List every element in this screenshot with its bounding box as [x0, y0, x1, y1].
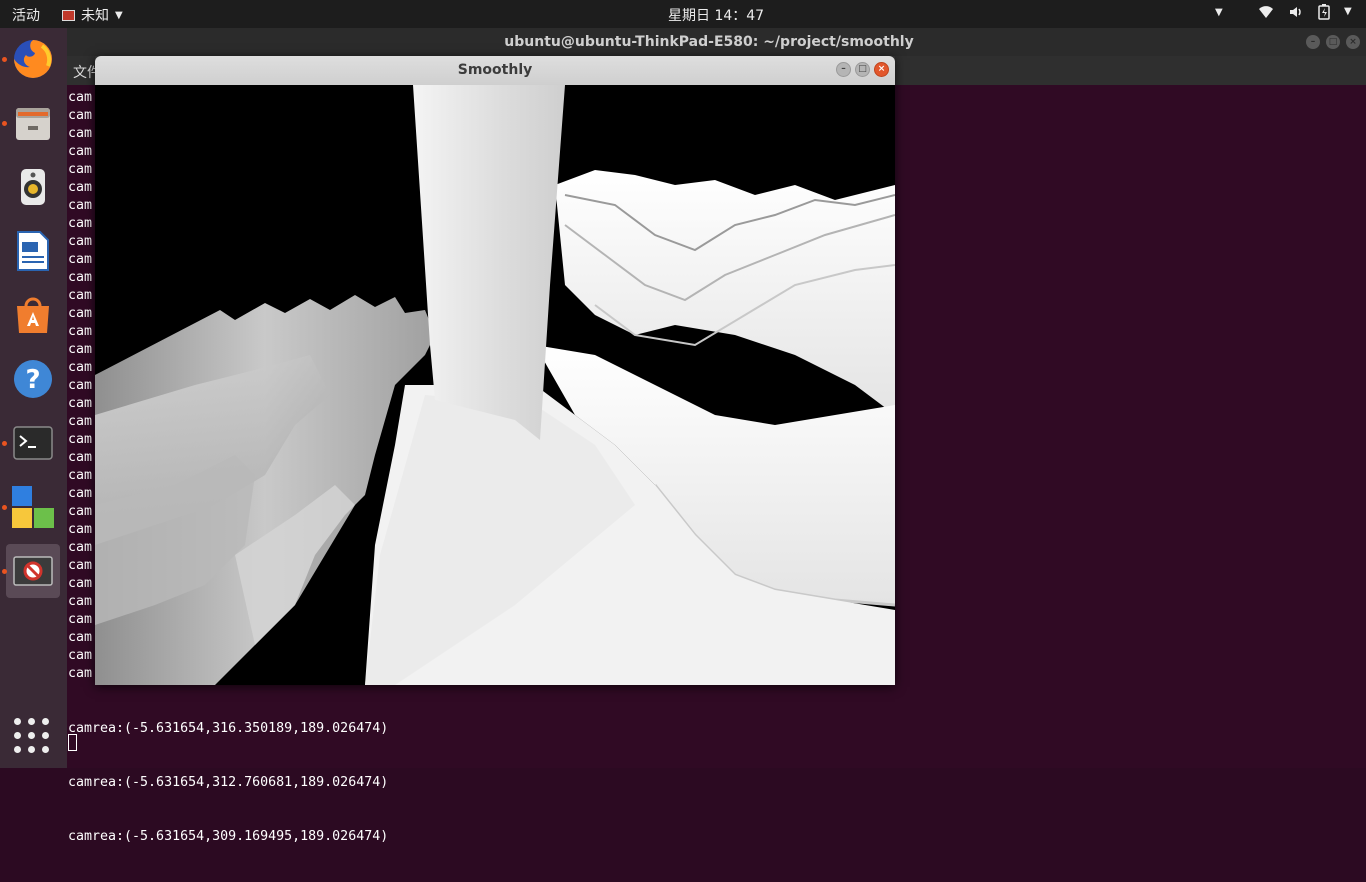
terminal-line: cam — [68, 198, 93, 213]
terminal-line: cam — [68, 342, 93, 357]
wifi-icon — [1259, 6, 1273, 18]
firefox-icon — [14, 40, 52, 78]
running-indicator — [2, 441, 7, 446]
terminal-line: cam — [68, 162, 93, 177]
terminal-line: cam — [68, 450, 93, 465]
terminal-line: camrea:(-5.631654,312.760681,189.026474) — [68, 775, 389, 790]
chevron-down-icon: ▼ — [1344, 6, 1352, 17]
terminal-line: cam — [68, 504, 93, 519]
terminal-cursor — [68, 734, 77, 751]
terminal-line: cam — [68, 108, 93, 123]
maximize-button[interactable]: □ — [855, 62, 870, 77]
dock-blocks-app[interactable] — [6, 480, 60, 534]
maximize-button[interactable]: □ — [1326, 35, 1340, 49]
smoothly-title: Smoothly — [457, 62, 533, 78]
terminal-line: cam — [68, 468, 93, 483]
app-menu[interactable]: 未知 ▼ — [62, 5, 123, 25]
terminal-line: cam — [68, 540, 93, 555]
volume-icon — [1290, 7, 1301, 17]
terminal-line: cam — [68, 90, 93, 105]
document-icon — [17, 231, 49, 271]
terminal-line: cam — [68, 612, 93, 627]
software-bag-icon — [17, 297, 49, 333]
terminal-line: cam — [68, 288, 93, 303]
close-button[interactable]: × — [1346, 35, 1360, 49]
show-applications-button[interactable] — [14, 718, 50, 754]
terminal-line: cam — [68, 648, 93, 663]
terminal-line: cam — [68, 432, 93, 447]
blocks-icon — [12, 486, 54, 528]
dock-unknown-app[interactable] — [6, 544, 60, 598]
terminal-partial-lines: cam cam cam cam cam cam cam cam cam cam cam cam cam c… — [68, 89, 92, 683]
dock-files[interactable] — [6, 96, 60, 150]
terminal-line: cam — [68, 180, 93, 195]
terminal-titlebar[interactable]: ubuntu@ubuntu-ThinkPad-E580: ~/project/s… — [67, 28, 1366, 56]
terminal-line: cam — [68, 558, 93, 573]
terminal-line: cam — [68, 522, 93, 537]
unknown-app-icon — [13, 556, 53, 586]
terminal-line: cam — [68, 144, 93, 159]
speaker-icon — [21, 169, 45, 205]
terminal-line: cam — [68, 414, 93, 429]
smoothly-titlebar[interactable]: Smoothly – □ × — [95, 56, 895, 85]
terminal-line: cam — [68, 306, 93, 321]
dock-help[interactable]: ? — [6, 352, 60, 406]
terminal-icon — [13, 426, 53, 460]
terminal-line: cam — [68, 396, 93, 411]
activities-button[interactable]: 活动 — [12, 5, 40, 25]
dock-firefox[interactable] — [6, 32, 60, 86]
dock-writer[interactable] — [6, 224, 60, 278]
terminal-line: cam — [68, 216, 93, 231]
top-bar: 活动 未知 ▼ 星期日 14：47 ▼ ▼ — [0, 0, 1366, 28]
close-button[interactable]: × — [874, 62, 889, 77]
terminal-line: cam — [68, 576, 93, 591]
app-menu-icon — [62, 9, 75, 21]
terminal-line: cam — [68, 252, 93, 267]
terminal-line: cam — [68, 360, 93, 375]
terminal-line: cam — [68, 666, 93, 681]
terminal-line: cam — [68, 234, 93, 249]
dock-terminal[interactable] — [6, 416, 60, 470]
clock[interactable]: 星期日 14：47 — [668, 5, 764, 25]
running-indicator — [2, 505, 7, 510]
terminal-line: cam — [68, 324, 93, 339]
terminal-line: camrea:(-5.631654,316.350189,189.026474) — [68, 721, 389, 736]
terminal-title: ubuntu@ubuntu-ThinkPad-E580: ~/project/s… — [504, 34, 914, 50]
smoothly-window: Smoothly – □ × — [95, 56, 895, 685]
dock: ? — [0, 28, 67, 768]
minimize-button[interactable]: – — [1306, 35, 1320, 49]
terminal-line: cam — [68, 270, 93, 285]
dock-software[interactable] — [6, 288, 60, 342]
terminal-output: camrea:(-5.631654,316.350189,189.026474)… — [68, 684, 388, 882]
opengl-render-canvas[interactable] — [95, 85, 895, 685]
dock-rhythmbox[interactable] — [6, 160, 60, 214]
help-icon: ? — [14, 360, 52, 398]
terminal-line: cam — [68, 126, 93, 141]
running-indicator — [2, 569, 7, 574]
running-indicator — [2, 121, 7, 126]
files-icon — [16, 108, 50, 140]
chevron-down-icon: ▼ — [115, 9, 123, 21]
terminal-line: cam — [68, 378, 93, 393]
app-menu-label: 未知 — [81, 8, 109, 24]
terminal-line: cam — [68, 630, 93, 645]
running-indicator — [2, 57, 7, 62]
battery-icon — [1318, 4, 1330, 20]
svg-text:?: ? — [25, 365, 40, 395]
minimize-button[interactable]: – — [836, 62, 851, 77]
system-tray[interactable]: ▼ — [1258, 4, 1352, 20]
tray-expand-icon[interactable]: ▼ — [1215, 7, 1223, 18]
terminal-line: cam — [68, 594, 93, 609]
terminal-line: cam — [68, 486, 93, 501]
terminal-line: camrea:(-5.631654,309.169495,189.026474) — [68, 829, 389, 844]
